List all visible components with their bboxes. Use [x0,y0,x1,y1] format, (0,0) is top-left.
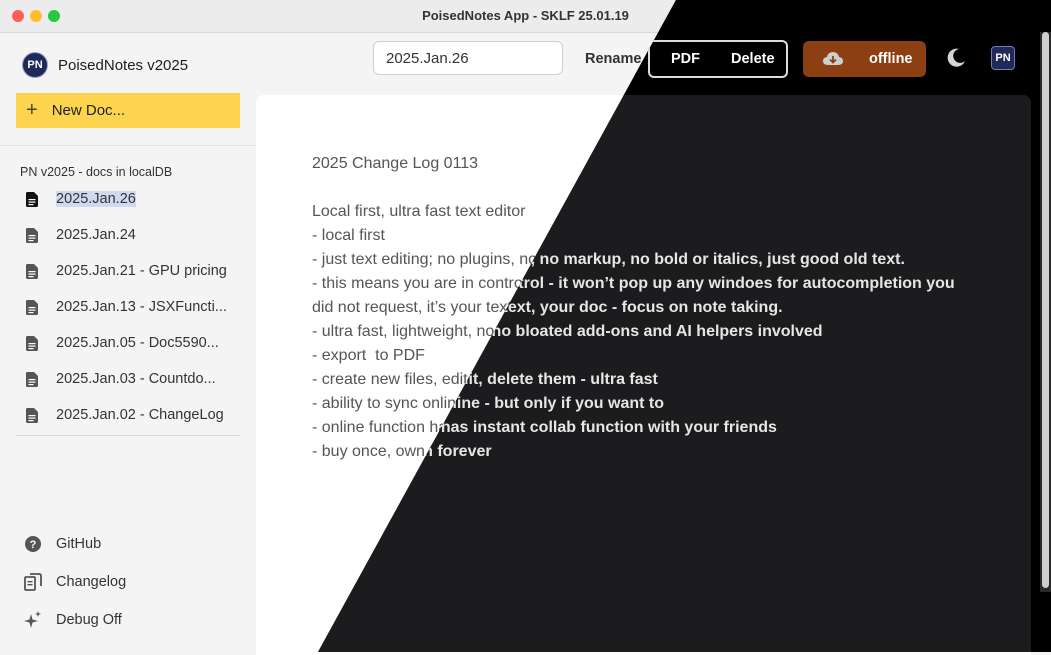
doc-label: 2025.Jan.24 [56,227,136,243]
document-icon [26,335,38,351]
delete-button[interactable]: Delete [731,41,775,77]
github-label: GitHub [56,536,102,552]
help-circle-icon: ? [24,535,42,553]
document-icon [26,371,38,387]
new-doc-button[interactable]: + New Doc... [16,93,240,128]
changelog-icon [24,573,42,591]
scrollbar-thumb[interactable] [1042,32,1049,588]
document-icon [26,191,38,207]
cloud-download-icon [823,52,843,66]
github-link[interactable]: ? GitHub [24,525,126,563]
user-avatar[interactable]: PN [991,46,1015,70]
doc-label: 2025.Jan.13 - JSXFuncti... [56,299,227,315]
brand: PN PoisedNotes v2025 [22,52,188,78]
changelog-label: Changelog [56,574,127,590]
debug-label: Debug Off [56,612,122,628]
document-icon [26,227,38,243]
document-icon [26,263,38,279]
brand-name: PoisedNotes v2025 [58,56,189,74]
brand-logo: PN [22,52,48,78]
doc-list-divider [16,435,240,436]
svg-text:?: ? [30,539,37,551]
doc-list-item[interactable]: 2025.Jan.05 - Doc5590... [16,325,240,361]
sidebar-bottom-nav: ? GitHub Changelog Debug Off [24,525,126,639]
window-title: PoisedNotes App - SKLF 25.01.19 [422,8,629,23]
doc-list-item[interactable]: 2025.Jan.21 - GPU pricing [16,253,240,289]
sidebar-divider [0,145,256,146]
document-icon [26,407,38,423]
doc-label: 2025.Jan.03 - Countdo... [56,371,216,387]
doc-name-input[interactable] [373,41,563,75]
doc-list-item[interactable]: 2025.Jan.26 [16,181,240,217]
docs-section-label: PN v2025 - docs in localDB [20,165,173,179]
editor-scrollbar[interactable] [1040,32,1051,592]
offline-button[interactable]: offline [803,41,926,77]
doc-list-item[interactable]: 2025.Jan.13 - JSXFuncti... [16,289,240,325]
rename-button[interactable]: Rename [585,41,641,77]
changelog-link[interactable]: Changelog [24,563,126,601]
new-doc-label: New Doc... [51,102,126,119]
moon-icon[interactable] [946,48,966,68]
doc-label: 2025.Jan.05 - Doc5590... [56,335,219,351]
doc-list: 2025.Jan.26 2025.Jan.24 2025.Jan.21 - GP… [16,181,240,433]
doc-label: 2025.Jan.21 - GPU pricing [56,263,227,279]
offline-label: offline [869,51,913,67]
doc-label: 2025.Jan.02 - ChangeLog [56,407,224,423]
pdf-button[interactable]: PDF [671,41,700,77]
doc-list-item[interactable]: 2025.Jan.03 - Countdo... [16,361,240,397]
sparkle-icon [24,611,42,629]
window-close-button[interactable] [12,10,24,22]
plus-icon: + [26,99,38,121]
debug-toggle[interactable]: Debug Off [24,601,126,639]
document-icon [26,299,38,315]
doc-list-item[interactable]: 2025.Jan.02 - ChangeLog [16,397,240,433]
window-maximize-button[interactable] [48,10,60,22]
doc-list-item[interactable]: 2025.Jan.24 [16,217,240,253]
doc-label: 2025.Jan.26 [56,191,136,207]
window-minimize-button[interactable] [30,10,42,22]
